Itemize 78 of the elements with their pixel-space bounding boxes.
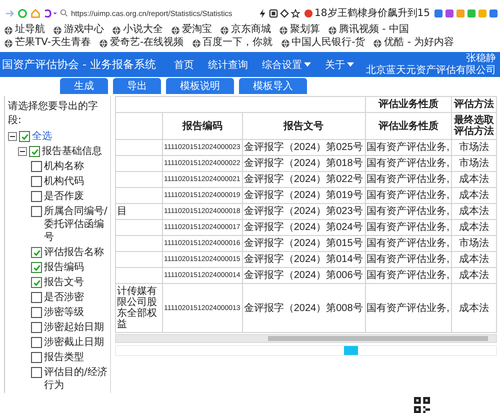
table-cell: 国有资产评估业务, [365, 172, 452, 188]
select-all-link[interactable]: 全选 [32, 130, 108, 143]
table-cell: 国有资产评估业务, [365, 156, 452, 172]
table-cell: 成本法 [452, 220, 496, 236]
column-header: 报告编码 [162, 112, 242, 140]
table-cell: 国有资产评估业务, [365, 204, 452, 220]
bookmark[interactable]: 聚划算 [279, 24, 320, 36]
tree-group-label[interactable]: 报告基础信息 [42, 145, 108, 158]
field-label[interactable]: 报告编码 [44, 261, 108, 274]
nav-item[interactable]: 统计查询 [208, 58, 248, 72]
bookmark[interactable]: 百度一下，你就 [192, 37, 273, 49]
tab-button[interactable]: 模板导入 [239, 78, 307, 94]
table-cell: 市场法 [452, 236, 496, 252]
nav-item[interactable]: 首页 [174, 58, 194, 72]
table-cell: 金评报字（2024）第018号 [242, 156, 366, 172]
table-cell: 国有资产评估业务, [365, 188, 452, 204]
field-label[interactable]: 涉密等级 [44, 306, 108, 319]
news-ticker[interactable]: 18岁王鹤棣身价飙升到15 [304, 6, 430, 20]
table-cell: 国有资产评估业务, [365, 252, 452, 268]
bookmark[interactable]: 优酷 - 为好内容 [373, 37, 454, 49]
field-label[interactable]: 涉密截止日期 [44, 336, 108, 349]
field-label[interactable]: 报告文号 [44, 276, 108, 289]
table-cell: 金评报字（2024）第022号 [242, 172, 366, 188]
table-cell: 成本法 [452, 188, 496, 204]
column-header: 评估业务性质 [365, 112, 452, 140]
table-cell: 成本法 [452, 252, 496, 268]
field-label[interactable]: 是否涉密 [44, 291, 108, 304]
bookmark[interactable]: 爱淘宝 [171, 24, 212, 36]
column-header: 报告文号 [242, 112, 366, 140]
table-cell: 国有资产评估业务, [365, 236, 452, 252]
bookmark[interactable]: 京东商城 [220, 24, 271, 36]
table-cell: 国有资产评估业务, [365, 140, 452, 156]
bookmark[interactable]: 小说大全 [112, 24, 163, 36]
column-group-header: 评估业务性质 [365, 96, 452, 112]
table-cell: 市场法 [452, 140, 496, 156]
field-label[interactable]: 机构名称 [44, 160, 108, 173]
table-cell: 金评报字（2024）第019号 [242, 188, 366, 204]
field-label[interactable]: 是否作废 [44, 190, 108, 203]
field-label[interactable]: 报告类型 [44, 351, 108, 364]
table-cell: 成本法 [452, 204, 496, 220]
bookmark[interactable]: 爱奇艺-在线视频 [98, 37, 184, 49]
site-title: 国资产评估协会 - 业务报备系统 [2, 57, 156, 72]
bookmark[interactable]: 腾讯视频 - 中国 [328, 24, 409, 36]
tab-button[interactable]: 导出 [113, 78, 161, 94]
nav-item[interactable]: 关于 [325, 58, 354, 72]
bookmark[interactable]: 芒果TV-天生青春 [4, 37, 91, 49]
table-cell: 金评报字（2024）第023号 [242, 204, 366, 220]
field-label[interactable]: 所属合同编号/委托评估函编号 [44, 205, 108, 244]
field-label[interactable]: 评估目的/经济行为 [44, 366, 108, 392]
tab-button[interactable]: 生成 [60, 78, 108, 94]
table-cell: 市场法 [452, 156, 496, 172]
nav-item[interactable]: 综合设置 [262, 58, 311, 72]
table-cell: 目 [117, 206, 127, 217]
tab-button[interactable]: 模板说明 [166, 78, 234, 94]
bookmark[interactable]: 址导航 [4, 24, 45, 36]
panel-title: 请选择您要导出的字段: [8, 100, 99, 127]
table-cell: 金评报字（2024）第015号 [242, 236, 366, 252]
column-header: 最终选取评估方法 [452, 112, 496, 140]
table-cell: 成本法 [452, 268, 496, 284]
table-cell: 金评报字（2024）第025号 [242, 140, 366, 156]
table-cell: 金评报字（2024）第006号 [242, 268, 366, 284]
user-name[interactable]: 张稳静 [466, 52, 496, 64]
table-cell: 成本法 [452, 284, 496, 332]
table-cell: 金评报字（2024）第008号 [242, 284, 366, 332]
table-cell: 计传媒有限公司股东全部权益 [117, 286, 157, 330]
table-cell: 金评报字（2024）第024号 [242, 220, 366, 236]
bookmark[interactable]: 中国人民银行-货 [280, 37, 366, 49]
field-label[interactable]: 评估报告名称 [44, 246, 108, 259]
table-cell: 国有资产评估业务, [365, 220, 452, 236]
column-group-header: 评估方法 [452, 96, 496, 112]
table-cell: 成本法 [452, 172, 496, 188]
bookmark[interactable]: 游戏中心 [53, 24, 104, 36]
field-label[interactable]: 涉密起始日期 [44, 321, 108, 334]
table-cell: 国有资产评估业务, [365, 284, 452, 332]
organization-name: 北京蓝天元资产评估有限公司 [366, 64, 496, 76]
table-cell: 国有资产评估业务, [365, 268, 452, 284]
table-cell: 金评报字（2024）第014号 [242, 252, 366, 268]
field-label[interactable]: 机构代码 [44, 175, 108, 188]
